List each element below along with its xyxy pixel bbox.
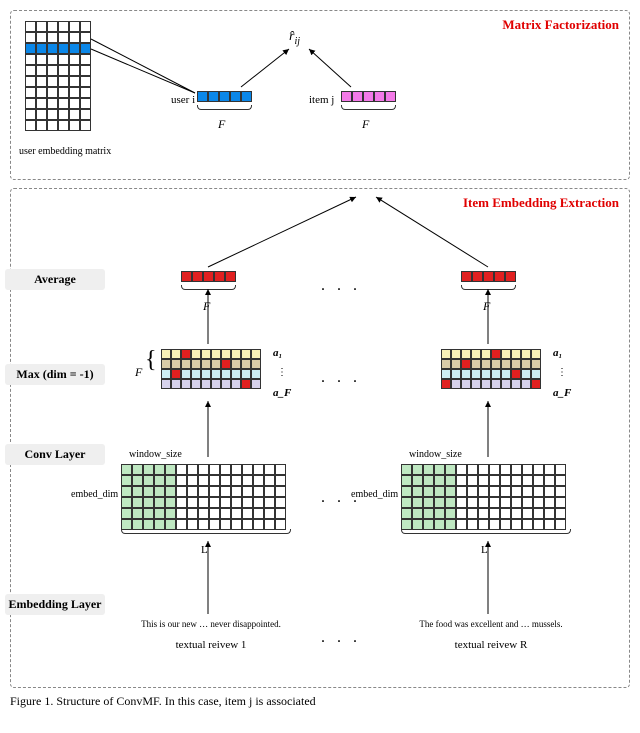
user-F-label: F [218,117,225,132]
window-size-right: window_size [409,449,462,460]
ellipsis-fmap: . . . [321,369,361,387]
user-matrix-label: user embedding matrix [19,146,111,157]
avg-F-left: F [203,299,210,314]
stage-embedding-label: Embedding Layer [5,594,105,615]
aF-right: a_F [553,387,571,399]
stage-conv-label: Conv Layer [5,444,105,465]
embedding-grid-left [121,464,286,530]
vdots-right: ⋮ [557,367,567,378]
item-j-label: item j [309,94,334,106]
user-embedding-matrix [25,21,91,131]
fmap-F-left: F [135,365,142,380]
window-size-left: window_size [129,449,182,460]
stage-average-label: Average [5,269,105,290]
predicted-rating: r̂ij [289,29,300,47]
a1-right: a₁ [553,347,562,359]
figure-convmf: Matrix Factorization user embedding matr… [10,10,630,709]
L-brace-left [121,529,291,534]
avg-vector-right [461,271,516,282]
ellipsis-emb: . . . [321,489,361,507]
fmap-brace-left: { [145,347,157,374]
item-brace [341,105,396,110]
L-brace-right [401,529,571,534]
avg-brace-right [461,285,516,290]
feature-map-left [161,349,261,389]
L-left: L [201,544,208,556]
vdots-left: ⋮ [277,367,287,378]
mf-title: Matrix Factorization [502,17,619,33]
figure-caption: Figure 1. Structure of ConvMF. In this c… [10,694,630,709]
item-embedding-extraction-panel: Item Embedding Extraction Average Max (d… [10,188,630,688]
avg-F-right: F [483,299,490,314]
user-brace [197,105,252,110]
a1-left: a₁ [273,347,282,359]
feature-map-right [441,349,541,389]
avg-vector-left [181,271,236,282]
aF-left: a_F [273,387,291,399]
review-1-label: textual reivew 1 [111,639,311,651]
item-j-vector [341,91,396,102]
iee-title: Item Embedding Extraction [463,195,619,211]
ellipsis-avg: . . . [321,277,361,295]
review-1-text: This is our new … never disappointed. [111,619,311,629]
user-i-vector [197,91,252,102]
item-F-label: F [362,117,369,132]
L-right: L [481,544,488,556]
review-R-text: The food was excellent and … mussels. [391,619,591,629]
avg-brace-left [181,285,236,290]
embed-dim-left: embed_dim [71,489,118,500]
embedding-grid-right [401,464,566,530]
stage-max-label: Max (dim = -1) [5,364,105,385]
ellipsis-reviews: . . . [321,629,361,647]
matrix-factorization-panel: Matrix Factorization user embedding matr… [10,10,630,180]
review-R-label: textual reivew R [391,639,591,651]
user-i-label: user i [171,94,195,106]
